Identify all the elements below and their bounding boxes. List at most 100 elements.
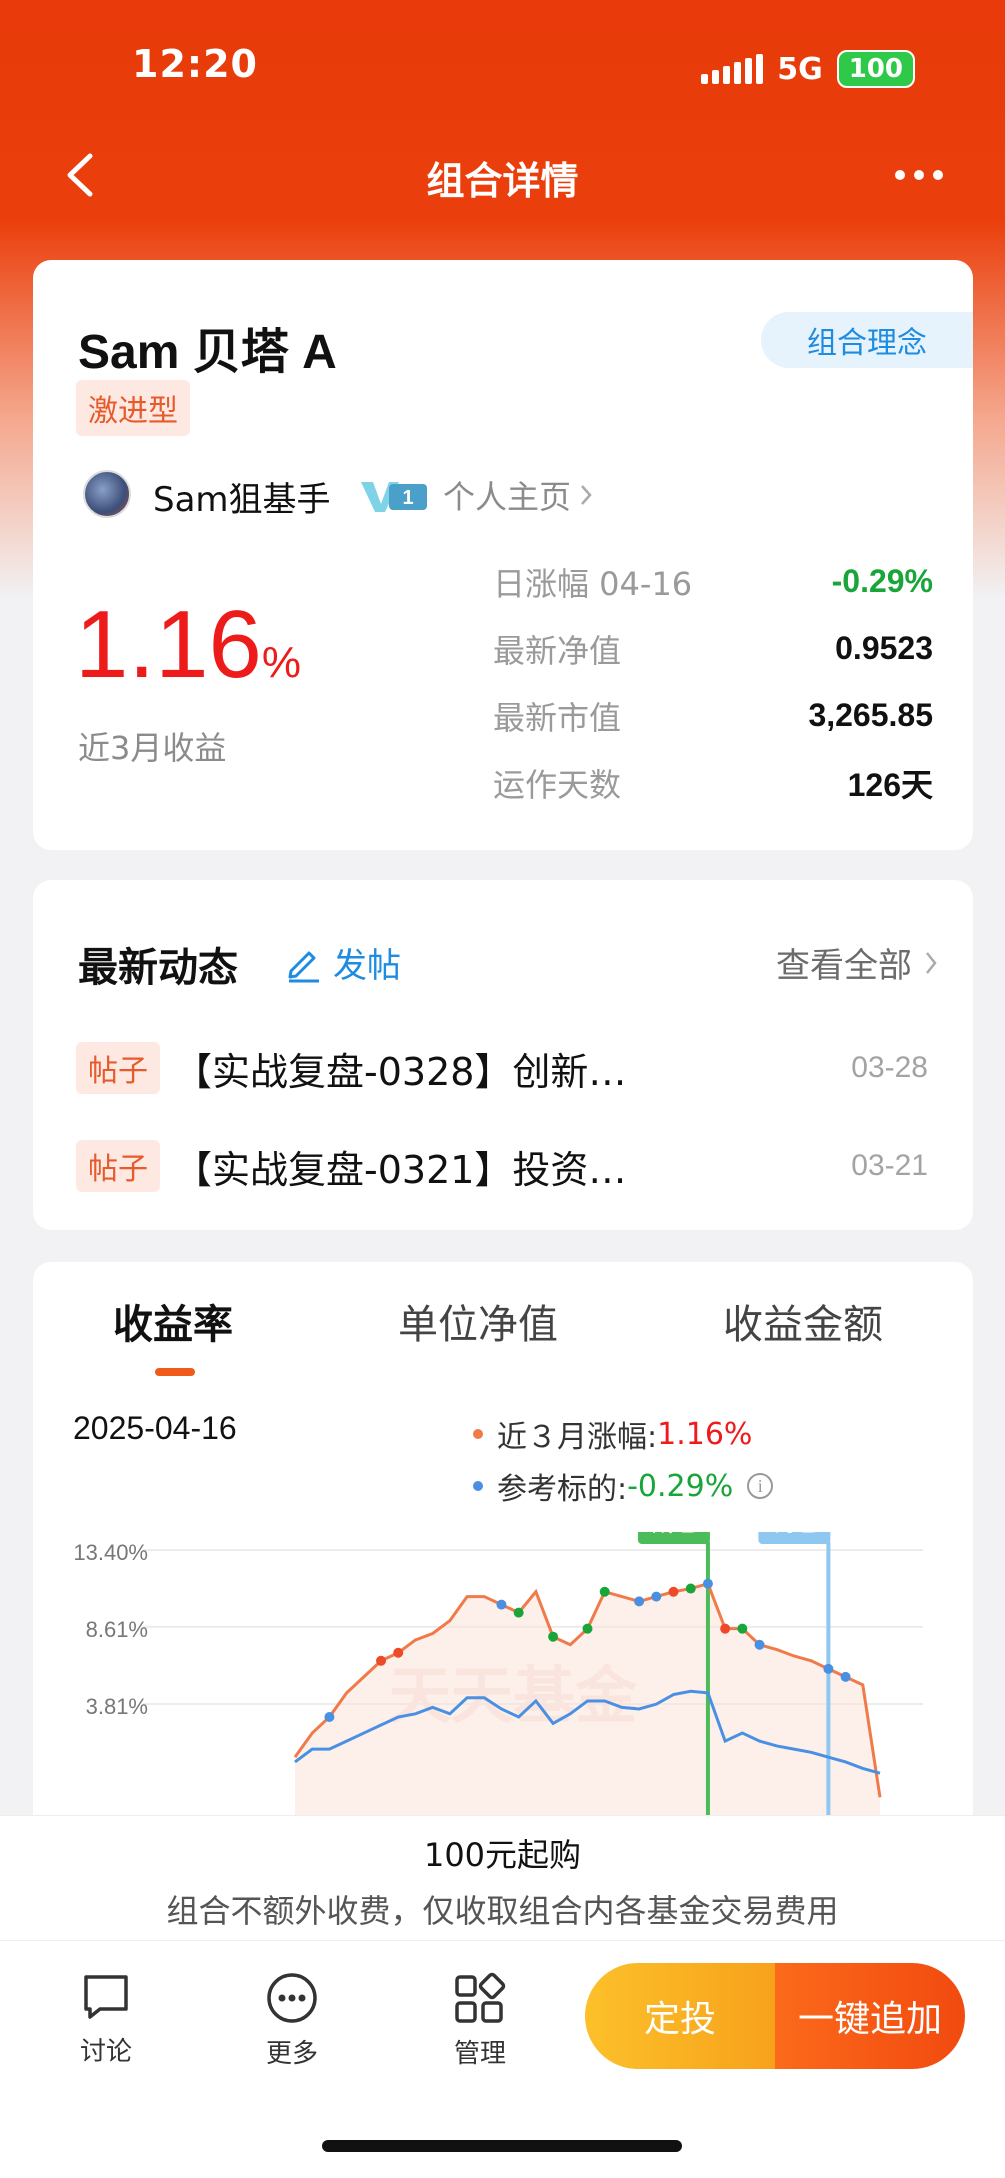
portfolio-summary-card: Sam 贝塔 A 激进型 组合理念 Sam狙基手 1 个人主页 1.16% 近3…: [33, 260, 973, 850]
stat-daily-change: 日涨幅 04-16 -0.29%: [493, 548, 933, 615]
annotation-label: 减仓: [648, 1532, 700, 1538]
stat-market-value: 最新市值 3,265.85: [493, 682, 933, 749]
stat-value: 126天: [847, 766, 933, 803]
trade-point: [548, 1631, 559, 1642]
svg-text:1: 1: [402, 487, 413, 509]
stat-running-days: 运作天数 126天: [493, 749, 933, 816]
trade-point: [599, 1586, 610, 1597]
trade-point: [720, 1623, 731, 1634]
trade-point: [840, 1671, 851, 1682]
trade-point: [685, 1583, 696, 1594]
battery-icon: 100: [836, 50, 915, 88]
chevron-right-icon: [926, 951, 937, 974]
trade-point: [393, 1647, 404, 1658]
signal-icon: [701, 54, 764, 84]
trade-point: [737, 1623, 748, 1634]
legend-item-portfolio: 近３月涨幅: 1.16%: [473, 1408, 773, 1460]
trade-point: [376, 1655, 387, 1666]
legend-value: -0.29%: [627, 1468, 734, 1504]
stat-value: -0.29%: [831, 563, 933, 599]
latest-news-card: 最新动态 发帖 查看全部 帖子 【实战复盘-0328】创新… 03-28 帖子 …: [33, 880, 973, 1230]
trade-point: [496, 1599, 507, 1610]
trade-point: [823, 1663, 834, 1674]
verified-level-badge-icon: 1: [361, 482, 427, 512]
one-click-add-button[interactable]: 一键追加: [775, 1963, 965, 2069]
trade-point: [324, 1712, 335, 1723]
chat-bubble-icon: [84, 1975, 128, 2019]
discuss-label: 讨论: [79, 2037, 132, 2067]
section-title: 最新动态: [78, 945, 238, 991]
purchase-actions: 定投 一键追加: [585, 1963, 965, 2069]
trade-point: [668, 1586, 679, 1597]
create-post-button[interactable]: 发帖: [283, 938, 401, 987]
legend-dot: [473, 1481, 483, 1491]
more-button[interactable]: 更多: [232, 1971, 352, 2070]
legend-label: 参考标的:: [497, 1472, 628, 1507]
discuss-button[interactable]: 讨论: [46, 1971, 166, 2068]
annotation-label: 调仓: [768, 1532, 820, 1538]
portfolio-concept-button[interactable]: 组合理念: [761, 312, 973, 368]
risk-level-tag: 激进型: [76, 380, 190, 436]
more-label: 更多: [265, 2039, 318, 2069]
more-options-icon[interactable]: [895, 170, 943, 180]
edit-pencil-icon: [288, 951, 319, 982]
stat-label: 最新净值: [493, 631, 622, 670]
min-purchase-text: 100元起购: [423, 1836, 582, 1874]
portfolio-name: Sam 贝塔 A: [78, 326, 337, 379]
legend-value: 1.16%: [657, 1416, 753, 1452]
stat-nav: 最新净值 0.9523: [493, 615, 933, 682]
purchase-notice: 100元起购 组合不额外收费，仅收取组合内各基金交易费用: [0, 1815, 1005, 1940]
page-title: 组合详情: [426, 159, 579, 203]
home-indicator: [322, 2140, 682, 2152]
stat-value: 3,265.85: [808, 697, 933, 733]
chart-date: 2025-04-16: [73, 1410, 237, 1446]
stat-label: 最新市值: [493, 698, 622, 737]
chart-legend: 近３月涨幅: 1.16% 参考标的: -0.29% i: [473, 1408, 774, 1512]
view-all-label: 查看全部: [776, 946, 912, 986]
status-icons: 5G 100: [701, 50, 915, 88]
info-icon[interactable]: i: [747, 1473, 774, 1499]
return-value: 1.16: [75, 591, 262, 698]
post-date: 03-28: [851, 1051, 928, 1084]
legend-item-benchmark: 参考标的: -0.29% i: [473, 1460, 774, 1512]
home-link-label: 个人主页: [443, 478, 572, 516]
post-button-label: 发帖: [333, 946, 401, 986]
post-title: 【实战复盘-0321】投资…: [174, 1147, 627, 1192]
fee-note-text: 组合不额外收费，仅收取组合内各基金交易费用: [166, 1892, 839, 1930]
post-tag: 帖子: [76, 1140, 160, 1192]
three-month-return: 1.16%: [75, 590, 301, 700]
return-unit: %: [261, 638, 301, 687]
trade-point: [513, 1607, 524, 1618]
list-item[interactable]: 帖子 【实战复盘-0321】投资… 03-21: [76, 1136, 928, 1196]
stat-label: 日涨幅 04-16: [493, 564, 693, 603]
legend-label: 近３月涨幅:: [497, 1420, 658, 1455]
post-date: 03-21: [851, 1149, 928, 1182]
legend-dot: [473, 1429, 483, 1439]
stat-label: 运作天数: [493, 765, 622, 804]
y-tick-label: 13.40%: [73, 1540, 148, 1565]
return-label: 近3月收益: [78, 729, 227, 767]
tab-unit-nav[interactable]: 单位净值: [398, 1292, 558, 1350]
tab-return-rate[interactable]: 收益率: [113, 1292, 233, 1350]
chart-tabs: 收益率 单位净值 收益金额: [33, 1292, 973, 1376]
personal-homepage-link[interactable]: 个人主页: [443, 472, 593, 518]
manage-grid-icon: [455, 1972, 506, 2023]
view-all-link[interactable]: 查看全部: [776, 938, 938, 987]
auto-invest-button[interactable]: 定投: [585, 1963, 775, 2069]
manage-label: 管理: [453, 2039, 506, 2069]
chevron-right-icon: [581, 485, 592, 505]
post-tag: 帖子: [76, 1042, 160, 1094]
trade-point: [702, 1578, 713, 1589]
more-circle-icon: [267, 1973, 317, 2023]
list-item[interactable]: 帖子 【实战复盘-0328】创新… 03-28: [76, 1038, 928, 1098]
avatar[interactable]: [83, 470, 131, 518]
manage-button[interactable]: 管理: [420, 1971, 540, 2070]
network-label: 5G: [777, 51, 823, 87]
tab-return-amount[interactable]: 收益金额: [723, 1292, 883, 1350]
y-tick-label: 8.61%: [86, 1617, 148, 1642]
y-tick-label: 3.81%: [86, 1694, 148, 1719]
trade-point: [651, 1591, 662, 1602]
trade-point: [582, 1623, 593, 1634]
author-name[interactable]: Sam狙基手: [153, 472, 331, 521]
trade-point: [754, 1639, 765, 1650]
